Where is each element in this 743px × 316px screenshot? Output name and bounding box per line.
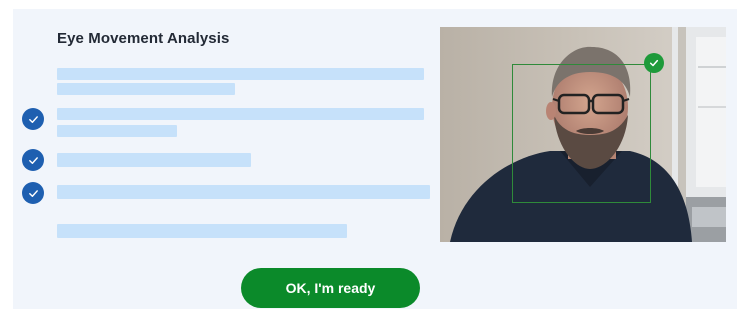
check-icon xyxy=(22,182,44,204)
ok-ready-button[interactable]: OK, I'm ready xyxy=(241,268,420,308)
instruction-text-placeholder xyxy=(57,224,347,238)
check-icon xyxy=(22,149,44,171)
instruction-text-placeholder xyxy=(57,68,424,80)
instruction-text-placeholder xyxy=(57,185,430,199)
webcam-preview xyxy=(440,27,726,242)
page-title: Eye Movement Analysis xyxy=(57,30,230,47)
face-detected-check-icon xyxy=(644,53,664,73)
instruction-text-placeholder xyxy=(57,83,235,95)
instruction-text-placeholder xyxy=(57,153,251,167)
check-icon xyxy=(22,108,44,130)
instruction-text-placeholder xyxy=(57,125,177,137)
face-detection-box xyxy=(512,64,651,203)
instruction-text-placeholder xyxy=(57,108,424,120)
